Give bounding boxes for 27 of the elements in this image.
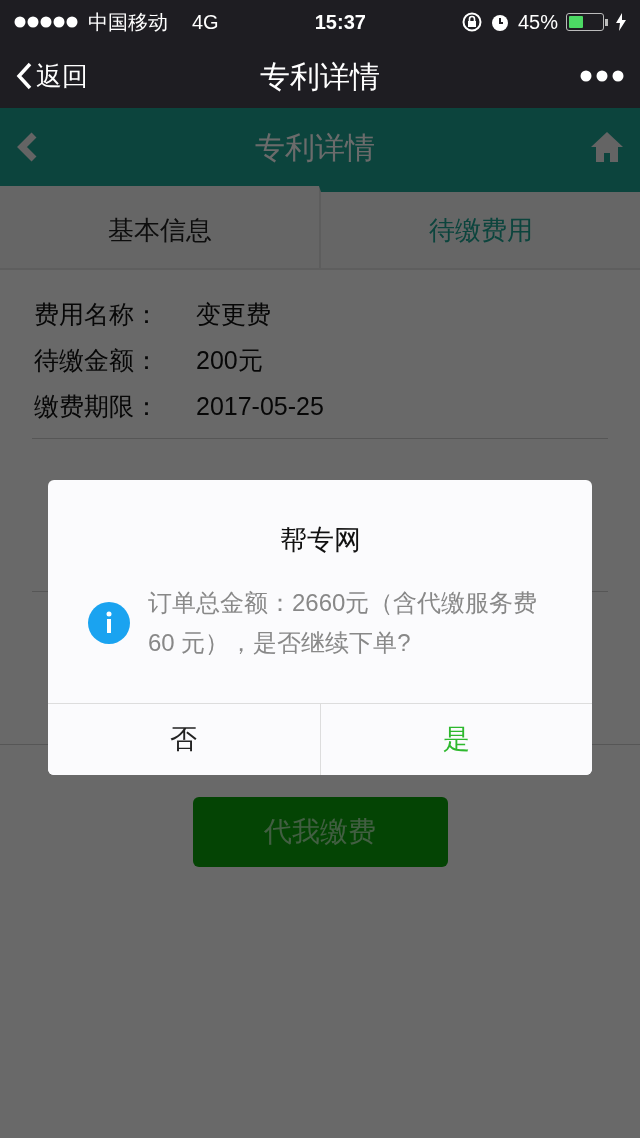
confirm-button[interactable]: 是 (319, 702, 592, 775)
field-value: 2017-05-25 (196, 391, 324, 423)
back-button[interactable]: 返回 (0, 56, 88, 96)
network-type: 4G (192, 10, 219, 35)
field-label: 费用名称： (34, 299, 160, 331)
dialog-title: 帮专网 (278, 524, 362, 557)
alarm-icon (489, 12, 510, 32)
field-value: 200元 (196, 345, 263, 377)
field-label: 待缴金额： (34, 345, 160, 377)
more-icon[interactable] (580, 70, 624, 82)
info-icon (88, 601, 130, 644)
charging-icon (616, 13, 626, 31)
tab[interactable]: 待缴费用 (319, 186, 640, 268)
page-title: 专利详情 (260, 58, 380, 95)
rotation-lock-icon (461, 12, 482, 32)
dialog-message: 订单总金额：2660元（含代缴服务费 60 元），是否继续下单? (148, 587, 539, 658)
header-title: 专利详情 (255, 129, 375, 166)
signal-icon (14, 16, 80, 28)
clock-time: 15:37 (314, 10, 366, 35)
battery-icon (566, 13, 608, 31)
back-icon (16, 62, 32, 90)
field-label: 缴费期限： (34, 391, 160, 423)
carrier-name: 中国移动 (88, 10, 168, 35)
cancel-button[interactable]: 否 (48, 702, 320, 775)
field-value: 变更费 (196, 299, 271, 331)
battery-percent: 45% (517, 10, 558, 35)
home-icon[interactable] (590, 130, 624, 164)
